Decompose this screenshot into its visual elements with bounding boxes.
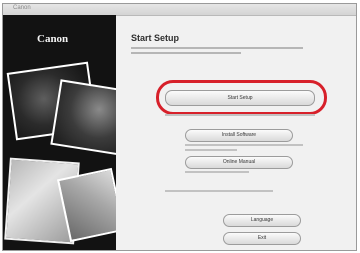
exit-button[interactable]: Exit xyxy=(223,232,301,245)
online-manual-button[interactable]: Online Manual xyxy=(185,156,293,169)
install-software-button[interactable]: Install Software xyxy=(185,129,293,142)
description-text xyxy=(131,52,241,54)
setup-window: Canon Canon Start Setup Start Setup Inst… xyxy=(2,3,357,251)
install-software-note xyxy=(185,144,303,146)
left-image-panel: Canon xyxy=(3,15,116,250)
language-button[interactable]: Language xyxy=(223,214,301,227)
canon-logo: Canon xyxy=(37,33,69,45)
start-setup-note xyxy=(165,114,315,116)
description-text xyxy=(131,47,303,49)
page-title: Start Setup xyxy=(131,33,180,43)
start-setup-button[interactable]: Start Setup xyxy=(165,90,315,106)
install-software-note xyxy=(185,149,237,151)
online-manual-note xyxy=(185,171,249,173)
photo-print-2 xyxy=(50,79,116,157)
window-title: Canon xyxy=(13,5,31,11)
link-text[interactable] xyxy=(165,190,273,192)
